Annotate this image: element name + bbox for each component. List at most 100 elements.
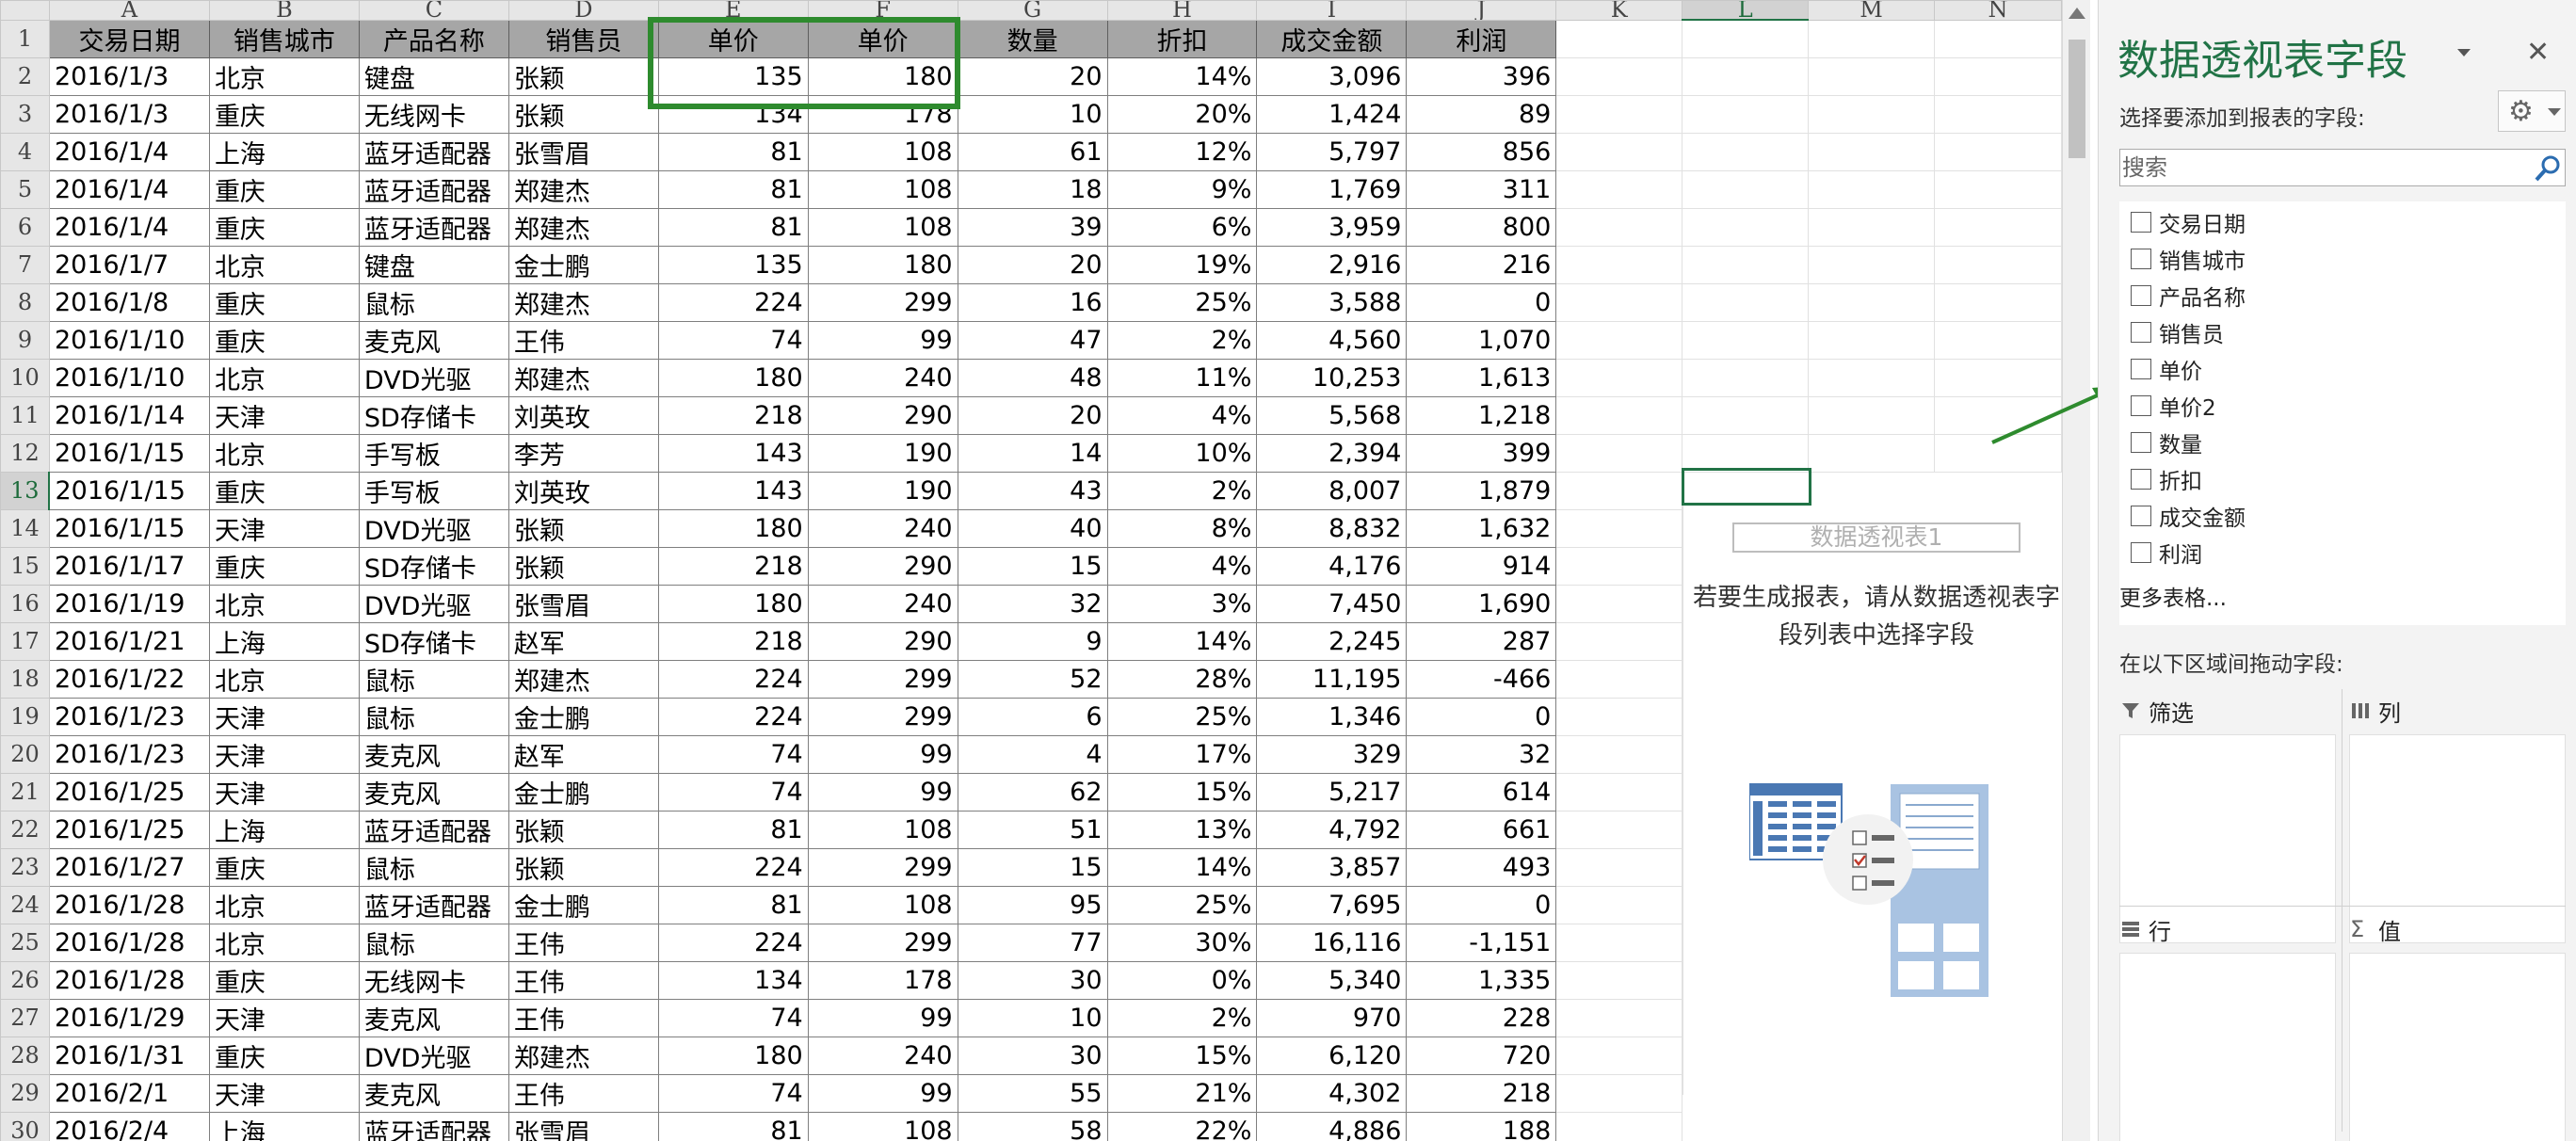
- spreadsheet-area[interactable]: A B C D E F G H I J K L M N 1 交易日期 销售城市 产品名称 销售员 单价 单价 数量 折扣 成交…: [0, 0, 2062, 1141]
- data-cell[interactable]: 5,568: [1256, 395, 1408, 435]
- data-cell[interactable]: 18: [957, 169, 1108, 209]
- data-cell[interactable]: 224: [657, 847, 809, 887]
- data-cell[interactable]: 0: [1406, 282, 1557, 322]
- data-cell[interactable]: 郑建杰: [507, 1036, 659, 1075]
- data-cell[interactable]: 金士鹏: [507, 885, 659, 924]
- field-item[interactable]: 数量: [2131, 426, 2202, 459]
- data-cell[interactable]: 10,253: [1256, 358, 1408, 397]
- data-cell[interactable]: 2%: [1106, 998, 1258, 1037]
- data-cell[interactable]: 北京: [208, 659, 360, 699]
- field-item[interactable]: 利润: [2131, 536, 2202, 570]
- data-cell[interactable]: 856: [1406, 132, 1557, 171]
- column-header[interactable]: A: [48, 0, 210, 21]
- data-cell[interactable]: 32: [957, 584, 1108, 623]
- empty-cell[interactable]: [1682, 395, 1810, 435]
- data-cell[interactable]: 143: [657, 433, 809, 473]
- column-header[interactable]: E: [657, 0, 809, 21]
- field-checkbox[interactable]: [2131, 212, 2151, 233]
- empty-cell[interactable]: [1934, 132, 2062, 171]
- data-cell[interactable]: 81: [657, 1111, 809, 1141]
- empty-cell[interactable]: [1555, 734, 1683, 774]
- data-cell[interactable]: 14%: [1106, 847, 1258, 887]
- data-cell[interactable]: 77: [957, 923, 1108, 962]
- data-cell[interactable]: DVD光驱: [358, 584, 509, 623]
- close-icon[interactable]: ✕: [2526, 36, 2550, 69]
- vertical-scrollbar[interactable]: [2062, 0, 2090, 1141]
- data-cell[interactable]: 2016/1/23: [48, 697, 210, 736]
- data-cell[interactable]: 2%: [1106, 471, 1258, 510]
- data-cell[interactable]: 张雪眉: [507, 1111, 659, 1141]
- data-cell[interactable]: 无线网卡: [358, 94, 509, 134]
- data-cell[interactable]: -1,151: [1406, 923, 1557, 962]
- data-cell[interactable]: 王伟: [507, 998, 659, 1037]
- data-cell[interactable]: 刘英玫: [507, 471, 659, 510]
- field-checkbox[interactable]: [2131, 322, 2151, 343]
- data-cell[interactable]: 180: [807, 245, 958, 284]
- data-cell[interactable]: 重庆: [208, 1036, 360, 1075]
- data-cell[interactable]: 鼠标: [358, 923, 509, 962]
- header-cell[interactable]: 单价: [807, 19, 958, 58]
- data-cell[interactable]: 0: [1406, 697, 1557, 736]
- data-cell[interactable]: 74: [657, 772, 809, 812]
- data-cell[interactable]: 蓝牙适配器: [358, 207, 509, 247]
- data-cell[interactable]: 2,916: [1256, 245, 1408, 284]
- data-cell[interactable]: 19%: [1106, 245, 1258, 284]
- row-header[interactable]: 13: [0, 471, 51, 510]
- empty-cell[interactable]: [1808, 94, 1935, 134]
- data-cell[interactable]: 蓝牙适配器: [358, 885, 509, 924]
- data-cell[interactable]: 30: [957, 1036, 1108, 1075]
- row-header[interactable]: 10: [0, 358, 50, 397]
- data-cell[interactable]: 王伟: [507, 923, 659, 962]
- data-cell[interactable]: -466: [1406, 659, 1557, 699]
- data-cell[interactable]: 14%: [1106, 621, 1258, 661]
- data-cell[interactable]: 9%: [1106, 169, 1258, 209]
- empty-cell[interactable]: [1555, 584, 1683, 623]
- data-cell[interactable]: 2016/1/25: [48, 772, 210, 812]
- data-cell[interactable]: 王伟: [507, 960, 659, 1000]
- data-cell[interactable]: 2016/1/28: [48, 885, 210, 924]
- data-cell[interactable]: 郑建杰: [507, 358, 659, 397]
- header-cell[interactable]: 交易日期: [48, 19, 210, 58]
- data-cell[interactable]: 74: [657, 734, 809, 774]
- data-cell[interactable]: 188: [1406, 1111, 1557, 1141]
- data-cell[interactable]: 81: [657, 169, 809, 209]
- empty-cell[interactable]: [1682, 433, 1810, 473]
- data-cell[interactable]: 鼠标: [358, 697, 509, 736]
- data-cell[interactable]: 鼠标: [358, 847, 509, 887]
- data-cell[interactable]: 天津: [208, 697, 360, 736]
- data-cell[interactable]: 180: [657, 508, 809, 548]
- data-cell[interactable]: 95: [957, 885, 1108, 924]
- data-cell[interactable]: 蓝牙适配器: [358, 810, 509, 849]
- data-cell[interactable]: 32: [1406, 734, 1557, 774]
- data-cell[interactable]: 王伟: [507, 320, 659, 360]
- data-cell[interactable]: 无线网卡: [358, 960, 509, 1000]
- empty-cell[interactable]: [1555, 923, 1683, 962]
- data-cell[interactable]: 上海: [208, 1111, 360, 1141]
- data-cell[interactable]: 2016/1/29: [48, 998, 210, 1037]
- row-header[interactable]: 22: [0, 810, 50, 849]
- data-cell[interactable]: 178: [807, 960, 958, 1000]
- data-cell[interactable]: 20: [957, 395, 1108, 435]
- empty-cell[interactable]: [1682, 245, 1810, 284]
- data-cell[interactable]: 180: [807, 56, 958, 96]
- data-cell[interactable]: 8%: [1106, 508, 1258, 548]
- data-cell[interactable]: 224: [657, 659, 809, 699]
- data-cell[interactable]: 重庆: [208, 546, 360, 586]
- data-cell[interactable]: 28%: [1106, 659, 1258, 699]
- data-cell[interactable]: 2016/1/14: [48, 395, 210, 435]
- data-cell[interactable]: 108: [807, 132, 958, 171]
- empty-cell[interactable]: [1808, 132, 1935, 171]
- data-cell[interactable]: 2016/1/3: [48, 56, 210, 96]
- data-cell[interactable]: 143: [657, 471, 809, 510]
- data-cell[interactable]: 重庆: [208, 471, 360, 510]
- empty-cell[interactable]: [1555, 621, 1683, 661]
- row-header[interactable]: 19: [0, 697, 50, 736]
- data-cell[interactable]: 2016/1/10: [48, 358, 210, 397]
- data-cell[interactable]: 1,690: [1406, 584, 1557, 623]
- data-cell[interactable]: 99: [807, 734, 958, 774]
- data-cell[interactable]: 麦克风: [358, 998, 509, 1037]
- pivot-field-list-pane[interactable]: 数据透视表字段 ✕ 选择要添加到报表的字段: ⚙ 交易日期 销售城市 产品名称 …: [2098, 0, 2576, 1141]
- data-cell[interactable]: 135: [657, 56, 809, 96]
- data-cell[interactable]: 3,959: [1256, 207, 1408, 247]
- data-cell[interactable]: 2%: [1106, 320, 1258, 360]
